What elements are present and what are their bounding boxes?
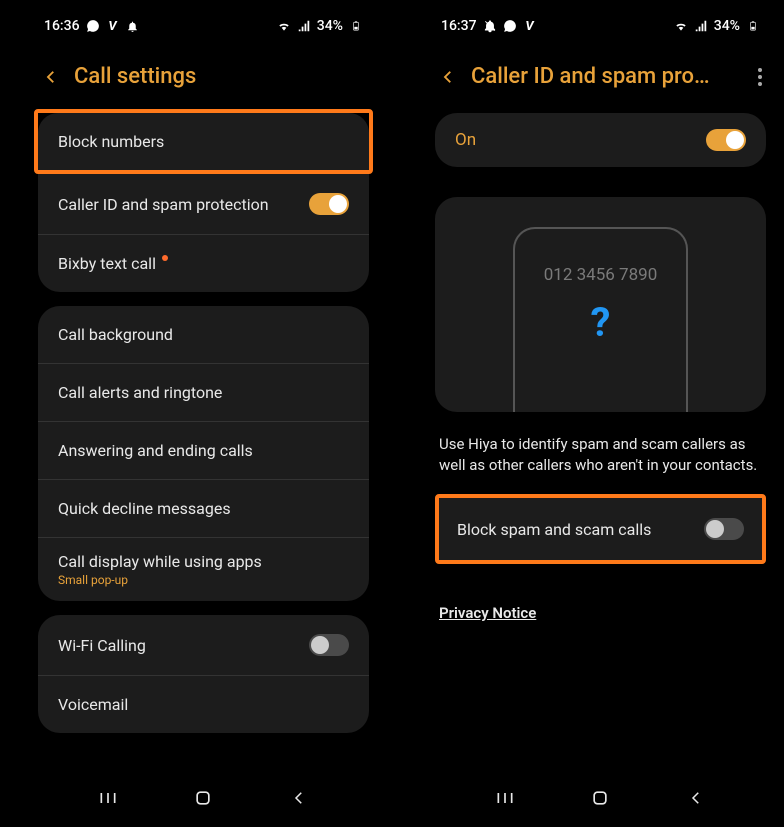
status-battery-percent: 34% bbox=[317, 18, 343, 34]
status-left: 16:36 V bbox=[44, 18, 140, 34]
highlighted-block-spam: Block spam and scam calls bbox=[435, 494, 766, 564]
answering-ending-item[interactable]: Answering and ending calls bbox=[38, 422, 369, 480]
item-label: Bixby text call bbox=[58, 254, 156, 273]
page-title: Call settings bbox=[74, 64, 365, 89]
battery-icon bbox=[746, 19, 760, 33]
back-nav-icon[interactable] bbox=[685, 787, 707, 809]
status-left: 16:37 V bbox=[441, 18, 537, 34]
item-label: Call alerts and ringtone bbox=[58, 383, 222, 402]
header: Call settings bbox=[38, 46, 369, 113]
quick-decline-item[interactable]: Quick decline messages bbox=[38, 480, 369, 538]
back-nav-icon[interactable] bbox=[288, 787, 310, 809]
app-icon: V bbox=[106, 19, 120, 33]
voicemail-item[interactable]: Voicemail bbox=[38, 676, 369, 733]
settings-card-3: Wi-Fi Calling Voicemail bbox=[38, 615, 369, 733]
status-bar: 16:36 V 34% bbox=[38, 0, 369, 46]
privacy-notice-link[interactable]: Privacy Notice bbox=[435, 604, 766, 622]
settings-card-1b: Caller ID and spam protection Bixby text… bbox=[38, 174, 369, 292]
item-label: Answering and ending calls bbox=[58, 441, 253, 460]
item-label: Wi-Fi Calling bbox=[58, 636, 146, 655]
new-indicator-dot-icon bbox=[162, 255, 168, 261]
status-time: 16:37 bbox=[441, 18, 477, 34]
wifi-calling-item[interactable]: Wi-Fi Calling bbox=[38, 615, 369, 676]
whatsapp-icon bbox=[86, 19, 100, 33]
settings-card-1: Block numbers bbox=[38, 113, 369, 170]
question-mark-icon: ? bbox=[591, 299, 611, 346]
page-title: Caller ID and spam pro… bbox=[471, 64, 744, 89]
block-spam-toggle[interactable] bbox=[704, 518, 744, 540]
back-icon[interactable] bbox=[42, 68, 60, 86]
status-bar: 16:37 V 34% bbox=[435, 0, 766, 46]
call-display-item[interactable]: Call display while using apps Small pop-… bbox=[38, 538, 369, 601]
master-toggle[interactable] bbox=[706, 129, 746, 151]
notification-bell-icon bbox=[126, 19, 140, 33]
wifi-calling-toggle[interactable] bbox=[309, 634, 349, 656]
recents-icon[interactable] bbox=[494, 787, 516, 809]
caller-id-item[interactable]: Caller ID and spam protection bbox=[38, 174, 369, 235]
feature-description: Use Hiya to identify spam and scam calle… bbox=[435, 434, 766, 476]
preview-card: 012 3456 7890 ? bbox=[435, 197, 766, 412]
item-label: Block numbers bbox=[58, 132, 164, 151]
call-background-item[interactable]: Call background bbox=[38, 306, 369, 364]
item-label: Quick decline messages bbox=[58, 499, 231, 518]
block-spam-item[interactable]: Block spam and scam calls bbox=[439, 498, 762, 560]
battery-icon bbox=[349, 19, 363, 33]
header: Caller ID and spam pro… bbox=[435, 46, 766, 113]
home-icon[interactable] bbox=[192, 787, 214, 809]
item-label: Voicemail bbox=[58, 695, 128, 714]
settings-card-2: Call background Call alerts and ringtone… bbox=[38, 306, 369, 601]
item-label: Call background bbox=[58, 325, 173, 344]
item-label: Block spam and scam calls bbox=[457, 520, 651, 539]
more-menu-icon[interactable] bbox=[758, 68, 762, 86]
item-label: Caller ID and spam protection bbox=[58, 195, 269, 214]
home-icon[interactable] bbox=[589, 787, 611, 809]
dnd-icon bbox=[483, 19, 497, 33]
whatsapp-icon bbox=[503, 19, 517, 33]
call-alerts-item[interactable]: Call alerts and ringtone bbox=[38, 364, 369, 422]
wifi-icon bbox=[277, 19, 291, 33]
signal-icon bbox=[694, 19, 708, 33]
navigation-bar bbox=[20, 787, 387, 809]
caller-id-toggle[interactable] bbox=[309, 193, 349, 215]
status-battery-percent: 34% bbox=[714, 18, 740, 34]
navigation-bar bbox=[417, 787, 784, 809]
caller-id-screen: 16:37 V 34% Caller ID and spam bbox=[417, 0, 784, 827]
highlighted-block-numbers: Block numbers bbox=[34, 109, 373, 174]
recents-icon[interactable] bbox=[97, 787, 119, 809]
mock-phone-number: 012 3456 7890 bbox=[544, 265, 658, 285]
wifi-icon bbox=[674, 19, 688, 33]
item-subtitle: Small pop-up bbox=[58, 573, 128, 587]
phone-mockup: 012 3456 7890 ? bbox=[513, 227, 688, 412]
status-right: 34% bbox=[277, 18, 363, 34]
master-toggle-row[interactable]: On bbox=[435, 113, 766, 167]
status-time: 16:36 bbox=[44, 18, 80, 34]
call-settings-screen: 16:36 V 34% Call settings bbox=[20, 0, 387, 827]
status-right: 34% bbox=[674, 18, 760, 34]
block-numbers-item[interactable]: Block numbers bbox=[38, 113, 369, 170]
bixby-text-call-item[interactable]: Bixby text call bbox=[38, 235, 369, 292]
item-label: Call display while using apps bbox=[58, 552, 262, 571]
master-toggle-label: On bbox=[455, 130, 476, 150]
app-icon: V bbox=[523, 19, 537, 33]
signal-icon bbox=[297, 19, 311, 33]
back-icon[interactable] bbox=[439, 68, 457, 86]
